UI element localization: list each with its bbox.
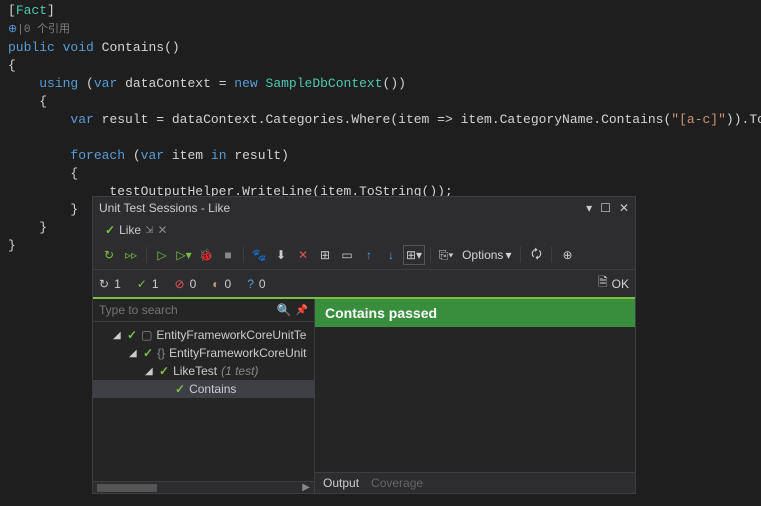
panel-title: Unit Test Sessions - Like bbox=[99, 201, 586, 215]
stop-button[interactable]: ■ bbox=[218, 245, 238, 265]
session-tabs: ✓ Like ⇲ ✕ bbox=[93, 219, 635, 241]
page-icon: 🗎 bbox=[598, 273, 608, 294]
success-icon: ✓ bbox=[137, 277, 147, 291]
check-icon: ✓ bbox=[175, 382, 185, 396]
footer-tab-output[interactable]: Output bbox=[323, 476, 359, 490]
tree-row-test[interactable]: ✓ Contains bbox=[93, 380, 314, 398]
counter-running[interactable]: ↻ 1 bbox=[99, 277, 121, 291]
search-row: 🔍 📌 bbox=[93, 299, 314, 322]
ok-indicator[interactable]: 🗎 OK bbox=[598, 273, 629, 294]
new-session-button[interactable]: ⊞ bbox=[315, 245, 335, 265]
window-maximize-icon[interactable]: ☐ bbox=[600, 201, 611, 215]
counter-ignore[interactable]: ◐ 0 bbox=[212, 277, 231, 291]
help-button[interactable]: ⊕ bbox=[557, 245, 577, 265]
counter-unknown[interactable]: ? 0 bbox=[247, 277, 265, 291]
footer-tab-coverage[interactable]: Coverage bbox=[371, 476, 423, 490]
unit-test-sessions-panel: Unit Test Sessions - Like ▾ ☐ ✕ ✓ Like ⇲… bbox=[92, 196, 636, 494]
fail-icon: ⊘ bbox=[175, 277, 185, 291]
tab-like[interactable]: ✓ Like ⇲ ✕ bbox=[99, 221, 174, 239]
tab-label: Like bbox=[119, 223, 141, 237]
check-icon: ✓ bbox=[143, 346, 153, 360]
check-icon: ✓ bbox=[105, 223, 115, 237]
remove-button[interactable]: ✕ bbox=[293, 245, 313, 265]
down-button[interactable]: ↓ bbox=[381, 245, 401, 265]
namespace-icon: {} bbox=[157, 346, 165, 360]
counter-bar: ↻ 1 ✓ 1 ⊘ 0 ◐ 0 ? 0 🗎 OK bbox=[93, 270, 635, 299]
attribute: Fact bbox=[16, 3, 47, 18]
test-tree-pane: 🔍 📌 ◢ ✓ ▢ EntityFrameworkCoreUnitTe ◢ ✓ … bbox=[93, 299, 315, 493]
search-icon[interactable]: 🔍 bbox=[277, 303, 292, 317]
counter-success[interactable]: ✓ 1 bbox=[137, 277, 159, 291]
pin-icon[interactable]: 📌 bbox=[296, 305, 308, 316]
check-icon: ✓ bbox=[159, 364, 169, 378]
search-input[interactable] bbox=[99, 303, 273, 317]
group-button[interactable]: ▭ bbox=[337, 245, 357, 265]
expand-icon[interactable]: ◢ bbox=[145, 366, 155, 377]
filter-button[interactable]: ⊞▾ bbox=[403, 245, 425, 265]
check-icon: ✓ bbox=[127, 328, 137, 342]
horizontal-scrollbar[interactable]: ▶ bbox=[93, 481, 314, 493]
options-dropdown[interactable]: Options▾ bbox=[458, 248, 515, 262]
references-icon: ⊕ bbox=[8, 24, 17, 36]
run-dropdown-button[interactable]: ▷▾ bbox=[174, 245, 194, 265]
result-footer: Output Coverage bbox=[315, 472, 635, 493]
lock-button[interactable]: 🗘 bbox=[526, 245, 546, 265]
run-session-button[interactable]: ↻ bbox=[99, 245, 119, 265]
pin-icon[interactable]: ⇲ bbox=[145, 225, 153, 236]
assembly-icon: ▢ bbox=[141, 328, 152, 342]
tree-row-namespace[interactable]: ◢ ✓ {} EntityFrameworkCoreUnit bbox=[93, 344, 314, 362]
unknown-icon: ? bbox=[247, 277, 254, 291]
window-dropdown-icon[interactable]: ▾ bbox=[586, 201, 592, 215]
running-icon: ↻ bbox=[99, 277, 109, 291]
profile-button[interactable]: 🐾 bbox=[249, 245, 269, 265]
test-tree: ◢ ✓ ▢ EntityFrameworkCoreUnitTe ◢ ✓ {} E… bbox=[93, 322, 314, 481]
expand-icon[interactable]: ◢ bbox=[129, 348, 139, 359]
run-all-button[interactable]: ▹▹ bbox=[121, 245, 141, 265]
counter-fail[interactable]: ⊘ 0 bbox=[175, 277, 197, 291]
result-body bbox=[315, 327, 635, 472]
up-button[interactable]: ↑ bbox=[359, 245, 379, 265]
ignore-icon: ◐ bbox=[212, 277, 219, 291]
export-button[interactable]: ⎘▾ bbox=[436, 245, 456, 265]
tab-close-icon[interactable]: ✕ bbox=[157, 223, 167, 237]
tree-row-assembly[interactable]: ◢ ✓ ▢ EntityFrameworkCoreUnitTe bbox=[93, 326, 314, 344]
result-header: Contains passed bbox=[315, 299, 635, 327]
run-button[interactable]: ▷ bbox=[152, 245, 172, 265]
window-close-icon[interactable]: ✕ bbox=[619, 201, 629, 215]
tree-row-class[interactable]: ◢ ✓ LikeTest (1 test) bbox=[93, 362, 314, 380]
result-pane: Contains passed Output Coverage bbox=[315, 299, 635, 493]
expand-icon[interactable]: ◢ bbox=[113, 330, 123, 341]
panel-titlebar[interactable]: Unit Test Sessions - Like ▾ ☐ ✕ bbox=[93, 197, 635, 219]
debug-button[interactable]: 🐞 bbox=[196, 245, 216, 265]
coverage-button[interactable]: ⬇ bbox=[271, 245, 291, 265]
toolbar: ↻ ▹▹ ▷ ▷▾ 🐞 ■ 🐾 ⬇ ✕ ⊞ ▭ ↑ ↓ ⊞▾ ⎘▾ Option… bbox=[93, 241, 635, 270]
